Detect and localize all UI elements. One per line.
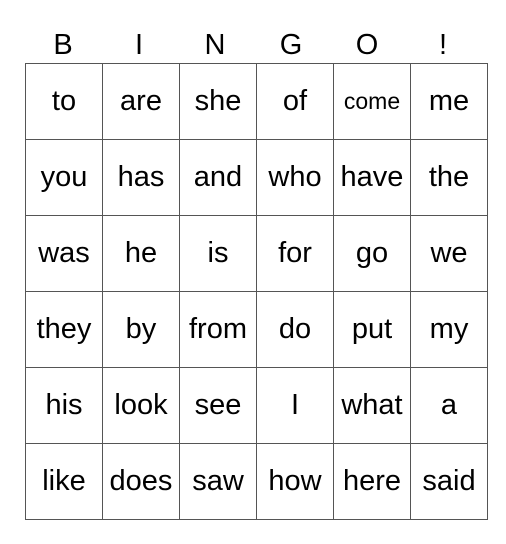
bingo-cell[interactable]: put [333, 291, 411, 368]
bingo-row: was he is for go we [25, 215, 488, 292]
bingo-grid: to are she of come me you has and who have the was he… [25, 63, 488, 520]
bingo-row: they by from do put my [25, 291, 488, 368]
bingo-cell[interactable]: said [410, 443, 488, 520]
bingo-cell[interactable]: come [333, 63, 411, 140]
header-letter: G [279, 29, 303, 61]
bingo-cell[interactable]: do [256, 291, 334, 368]
header-letter: ! [438, 29, 448, 61]
bingo-row: his look see Iwhat a [25, 367, 488, 444]
bingo-cell[interactable]: does [102, 443, 180, 520]
bingo-cell[interactable]: see [179, 367, 257, 444]
bingo-cell[interactable]: are [102, 63, 180, 140]
bingo-cell[interactable]: how [256, 443, 334, 520]
bingo-cell[interactable]: who [256, 139, 334, 216]
bingo-cell[interactable]: he [102, 215, 180, 292]
bingo-cell[interactable]: the [410, 139, 488, 216]
bingo-cell[interactable]: has [102, 139, 180, 216]
bingo-cell[interactable]: saw [179, 443, 257, 520]
bingo-cell[interactable]: we [410, 215, 488, 292]
bingo-cell[interactable]: was [25, 215, 103, 292]
bingo-cell[interactable]: you [25, 139, 103, 216]
bingo-cell[interactable]: of [256, 63, 334, 140]
bingo-cell[interactable]: and [179, 139, 257, 216]
bingo-cell[interactable]: I [256, 367, 334, 444]
bingo-cell[interactable]: by [102, 291, 180, 368]
bingo-cell[interactable]: from [179, 291, 257, 368]
bingo-header: B I N G O ! [25, 28, 481, 62]
header-letter: B [53, 29, 73, 61]
bingo-cell[interactable]: have [333, 139, 411, 216]
bingo-cell[interactable]: here [333, 443, 411, 520]
bingo-row: you has and who have the [25, 139, 488, 216]
header-letter: N [204, 29, 226, 61]
header-letter: O [355, 29, 379, 61]
bingo-row: to are she of come me [25, 63, 488, 140]
bingo-cell[interactable]: for [256, 215, 334, 292]
bingo-cell[interactable]: my [410, 291, 488, 368]
bingo-cell[interactable]: they [25, 291, 103, 368]
bingo-row: like does saw how here said [25, 443, 488, 520]
bingo-cell[interactable]: me [410, 63, 488, 140]
bingo-cell[interactable]: look [102, 367, 180, 444]
header-letter: I [134, 29, 144, 61]
bingo-cell[interactable]: go [333, 215, 411, 292]
bingo-cell[interactable]: his [25, 367, 103, 444]
bingo-cell[interactable]: she [179, 63, 257, 140]
bingo-cell[interactable]: what [333, 367, 411, 444]
bingo-cell[interactable]: like [25, 443, 103, 520]
bingo-cell[interactable]: a [410, 367, 488, 444]
bingo-cell[interactable]: is [179, 215, 257, 292]
bingo-cell[interactable]: to [25, 63, 103, 140]
